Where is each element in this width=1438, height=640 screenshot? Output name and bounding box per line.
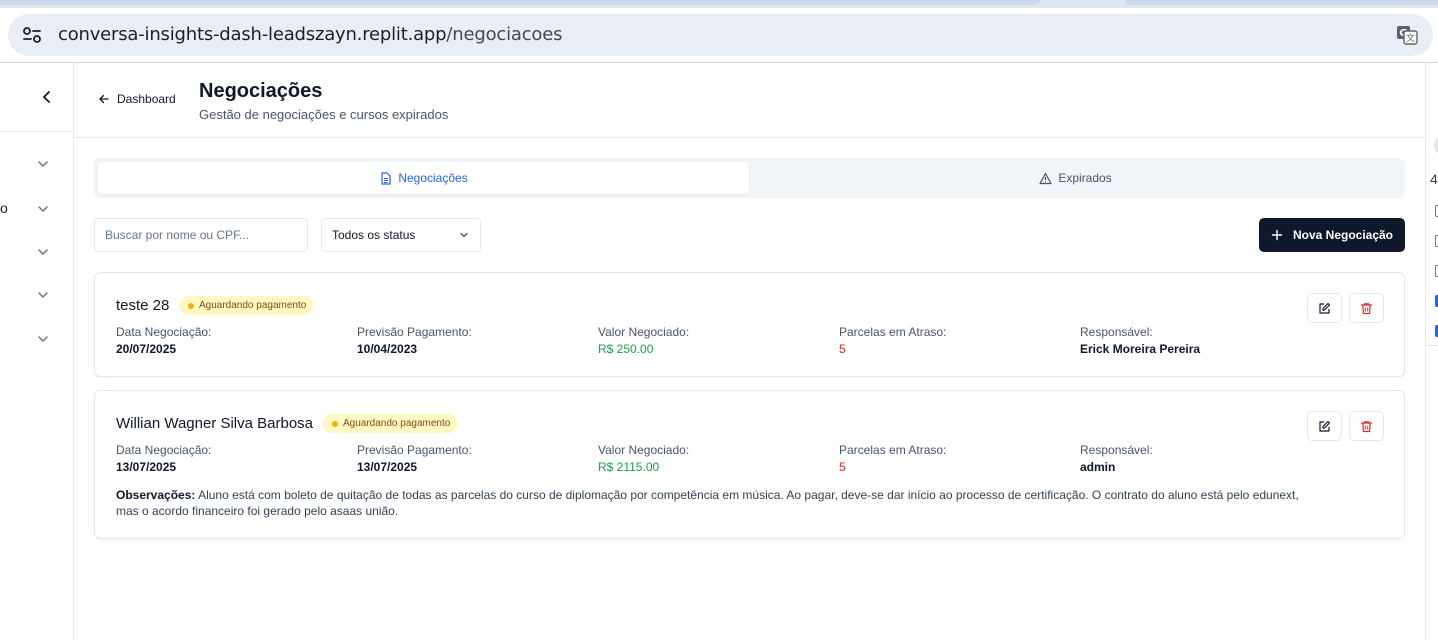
sidebar-divider xyxy=(0,131,74,132)
search-input[interactable] xyxy=(94,218,308,252)
browser-address-bar: conversa-insights-dash-leadszayn.replit.… xyxy=(0,8,1438,63)
field-value-responsavel: Erick Moreira Pereira xyxy=(1080,342,1201,356)
field-label-valor: Valor Negociado: xyxy=(598,325,690,339)
observations-text: Aluno está com boleto de quitação de tod… xyxy=(116,488,1299,518)
status-dot xyxy=(188,302,194,309)
browser-tabstrip xyxy=(0,0,1438,8)
url-host: conversa-insights-dash-leadszayn.replit.… xyxy=(58,24,447,45)
field-value-parcelas: 5 xyxy=(839,460,846,474)
tune-icon[interactable] xyxy=(22,26,42,44)
field-value-valor: R$ 250.00 xyxy=(598,342,654,356)
field-value-previsao: 13/07/2025 xyxy=(357,460,418,474)
count-label: 4 xyxy=(1430,171,1438,187)
trash-icon xyxy=(1360,302,1373,314)
delete-button[interactable] xyxy=(1349,293,1384,323)
file-text-icon xyxy=(381,171,391,185)
field-label-parcelas: Parcelas em Atraso: xyxy=(839,443,947,457)
browser-tab[interactable] xyxy=(0,0,1040,5)
svg-text:文: 文 xyxy=(1406,32,1415,44)
sidebar: o xyxy=(0,63,74,640)
negotiation-name: teste 28 xyxy=(116,297,170,314)
back-to-dashboard-link[interactable]: Dashboard xyxy=(98,92,176,106)
page-title: Negociações xyxy=(199,80,323,102)
delete-button[interactable] xyxy=(1349,411,1384,441)
avatar[interactable] xyxy=(1434,135,1438,155)
tab-negociacoes[interactable]: Negociações xyxy=(98,162,749,194)
trash-icon xyxy=(1360,420,1373,432)
new-negotiation-button[interactable]: Nova Negociação xyxy=(1259,218,1405,252)
browser-tab[interactable] xyxy=(1125,0,1438,5)
edit-button[interactable] xyxy=(1307,411,1342,441)
field-value-parcelas: 5 xyxy=(839,342,846,356)
plus-icon xyxy=(1271,229,1283,241)
field-value-valor: R$ 2115.00 xyxy=(598,460,660,474)
status-select-value: Todos os status xyxy=(332,228,416,242)
tab-label: Negociações xyxy=(398,171,468,185)
new-negotiation-label: Nova Negociação xyxy=(1292,228,1394,242)
edit-button[interactable] xyxy=(1307,293,1342,323)
negotiation-name: Willian Wagner Silva Barbosa xyxy=(116,415,314,432)
field-label-previsao: Previsão Pagamento: xyxy=(357,443,472,457)
chevron-down-icon[interactable] xyxy=(36,157,50,171)
field-label-data: Data Negociação: xyxy=(116,325,212,339)
field-label-valor: Valor Negociado: xyxy=(598,443,690,457)
edit-icon xyxy=(1319,302,1331,314)
translate-icon[interactable]: G 文 xyxy=(1396,25,1418,45)
sidebar-item-label: o xyxy=(0,200,8,216)
url-path: /negociacoes xyxy=(446,24,563,45)
status-badge: Aguardando pagamento xyxy=(323,414,459,433)
alert-triangle-icon xyxy=(1039,172,1052,184)
observations-label: Observações: xyxy=(116,488,196,502)
chevron-down-icon[interactable] xyxy=(36,245,50,259)
field-value-data: 13/07/2025 xyxy=(116,460,177,474)
field-label-previsao: Previsão Pagamento: xyxy=(357,325,472,339)
url-text[interactable]: conversa-insights-dash-leadszayn.replit.… xyxy=(58,24,562,45)
status-badge: Aguardando pagamento xyxy=(179,296,315,315)
right-panel: 4 xyxy=(1425,63,1438,640)
negotiation-card: teste 28 Aguardando pagamento Data Negoc… xyxy=(94,272,1405,377)
field-value-previsao: 10/04/2023 xyxy=(357,342,418,356)
field-value-data: 20/07/2025 xyxy=(116,342,177,356)
back-label: Dashboard xyxy=(117,92,176,106)
chevron-left-icon[interactable] xyxy=(38,88,56,106)
page-header: Dashboard Negociações Gestão de negociaç… xyxy=(74,63,1425,138)
field-label-parcelas: Parcelas em Atraso: xyxy=(839,325,947,339)
chevron-down-icon[interactable] xyxy=(36,288,50,302)
observations: Observações: Aluno está com boleto de qu… xyxy=(116,487,1306,519)
omnibox[interactable]: conversa-insights-dash-leadszayn.replit.… xyxy=(8,14,1433,56)
arrow-left-icon xyxy=(99,94,109,104)
status-badge-label: Aguardando pagamento xyxy=(343,418,451,429)
chevron-down-icon xyxy=(460,232,468,238)
field-value-responsavel: admin xyxy=(1080,460,1116,474)
field-label-responsavel: Responsável: xyxy=(1080,325,1153,339)
negotiation-card: Willian Wagner Silva Barbosa Aguardando … xyxy=(94,390,1405,539)
tab-list: Negociações Expirados xyxy=(94,158,1405,198)
status-dot xyxy=(332,420,338,427)
chevron-down-icon[interactable] xyxy=(36,202,50,216)
divider xyxy=(1426,345,1438,346)
tab-label: Expirados xyxy=(1058,171,1112,185)
status-select[interactable]: Todos os status xyxy=(321,218,481,252)
page-subtitle: Gestão de negociações e cursos expirados xyxy=(199,107,449,122)
field-label-responsavel: Responsável: xyxy=(1080,443,1153,457)
status-badge-label: Aguardando pagamento xyxy=(199,300,307,311)
tab-expirados[interactable]: Expirados xyxy=(750,162,1401,194)
field-label-data: Data Negociação: xyxy=(116,443,212,457)
chevron-down-icon[interactable] xyxy=(36,332,50,346)
edit-icon xyxy=(1319,420,1331,432)
